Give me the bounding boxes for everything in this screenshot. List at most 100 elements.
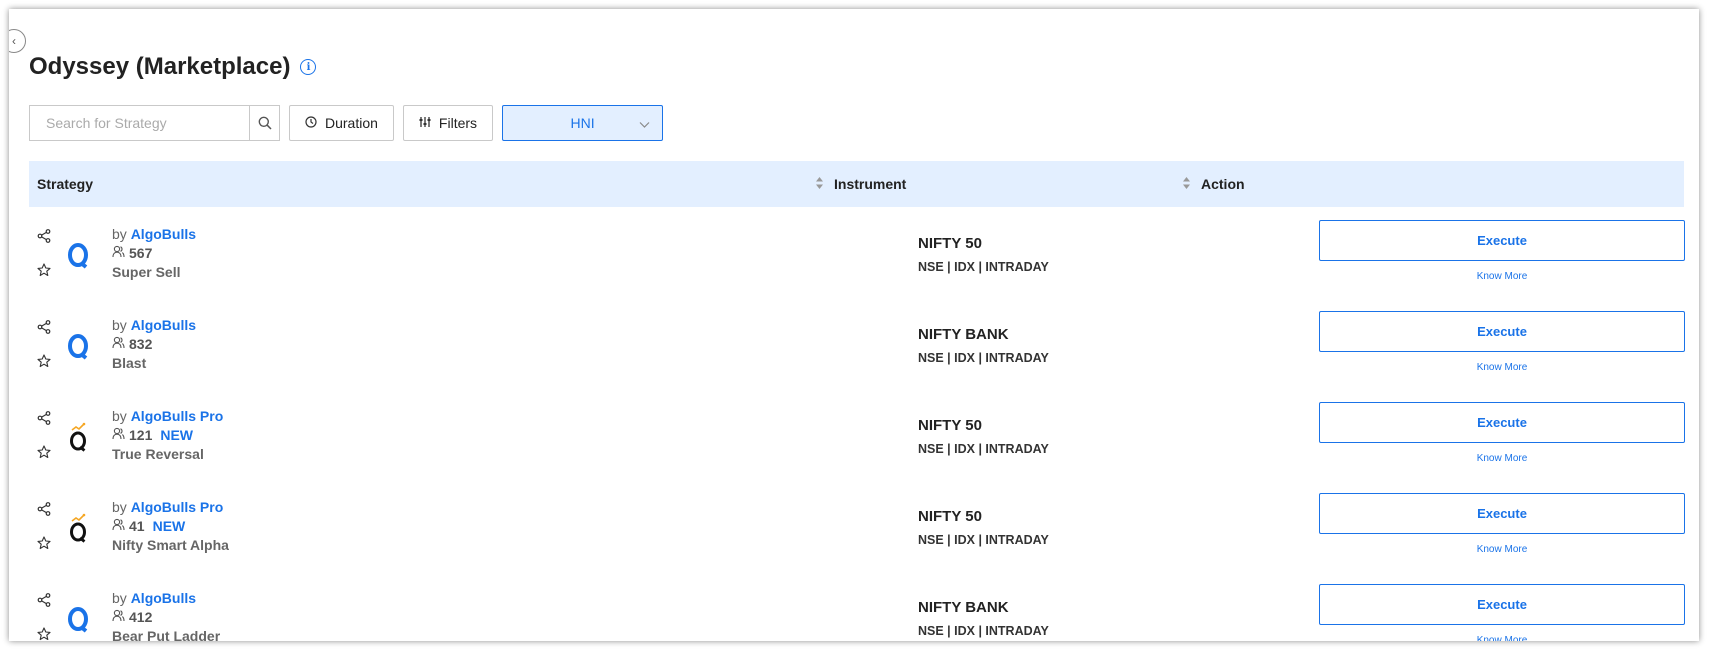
instrument-name: NIFTY BANK (918, 599, 1009, 616)
table-row: by AlgoBulls 567 Super Sell NIFTY 50 NSE… (29, 207, 1685, 298)
row-actions (37, 502, 51, 555)
instrument-meta: NSE | IDX | INTRADAY (918, 260, 1049, 274)
app-window: ‹ Odyssey (Marketplace) i Duration (9, 9, 1699, 641)
strategy-list: by AlgoBulls 567 Super Sell NIFTY 50 NSE… (29, 207, 1685, 641)
strategy-info: by AlgoBulls 567 Super Sell (112, 225, 196, 282)
users-icon (112, 608, 125, 627)
execute-button[interactable]: Execute (1319, 311, 1685, 352)
subscribers: 832 (112, 335, 196, 354)
share-icon[interactable] (37, 593, 51, 612)
by-label: by (112, 408, 127, 424)
row-actions (37, 320, 51, 373)
row-actions (37, 593, 51, 641)
instrument-cell: NIFTY 50 NSE | IDX | INTRADAY (918, 417, 1049, 456)
subscribers: 567 (112, 244, 196, 263)
instrument-meta: NSE | IDX | INTRADAY (918, 351, 1049, 365)
subscriber-count: 121 (129, 427, 153, 443)
subscriber-count: 832 (129, 336, 153, 352)
star-icon[interactable] (37, 263, 51, 282)
subscribers: 41 NEW (112, 517, 229, 536)
author-link[interactable]: AlgoBulls (131, 226, 196, 242)
strategy-name: Bear Put Ladder (112, 628, 221, 641)
table-header: Strategy Instrument Action (29, 161, 1684, 207)
duration-button[interactable]: Duration (289, 105, 394, 141)
by-label: by (112, 499, 127, 515)
instrument-name: NIFTY BANK (918, 326, 1009, 343)
subscriber-count: 412 (129, 609, 153, 625)
sort-instrument-icon[interactable] (1182, 176, 1191, 193)
users-icon (112, 517, 125, 536)
instrument-name: NIFTY 50 (918, 235, 982, 252)
sliders-icon (419, 115, 431, 131)
subscriber-count: 567 (129, 245, 153, 261)
algobulls-logo-icon (65, 603, 91, 635)
page-title: Odyssey (Marketplace) (29, 53, 291, 80)
share-icon[interactable] (37, 411, 51, 430)
instrument-meta: NSE | IDX | INTRADAY (918, 442, 1049, 456)
instrument-name: NIFTY 50 (918, 417, 982, 434)
subscriber-count: 41 (129, 518, 145, 534)
chevron-left-icon[interactable]: ‹ (9, 29, 26, 53)
instrument-cell: NIFTY BANK NSE | IDX | INTRADAY (918, 326, 1049, 365)
execute-button[interactable]: Execute (1319, 493, 1685, 534)
author-link[interactable]: AlgoBulls Pro (131, 408, 224, 424)
instrument-cell: NIFTY BANK NSE | IDX | INTRADAY (918, 599, 1049, 638)
filters-label: Filters (438, 115, 478, 131)
duration-label: Duration (325, 115, 378, 131)
algobulls-logo-icon (65, 239, 91, 271)
strategy-info: by AlgoBulls Pro 41 NEW Nifty Smart Alph… (112, 498, 229, 555)
strategy-name: Blast (112, 355, 147, 371)
star-icon[interactable] (37, 627, 51, 641)
by-label: by (112, 226, 127, 242)
chevron-down-icon (639, 117, 650, 133)
share-icon[interactable] (37, 502, 51, 521)
strategy-name: Super Sell (112, 264, 181, 280)
know-more-link[interactable]: Know More (1319, 544, 1685, 555)
column-header-action: Action (1201, 176, 1245, 192)
page-header: Odyssey (Marketplace) i (29, 53, 317, 81)
star-icon[interactable] (37, 445, 51, 464)
subscribers: 121 NEW (112, 426, 223, 445)
search-icon[interactable] (249, 105, 280, 141)
star-icon[interactable] (37, 354, 51, 373)
sort-strategy-icon[interactable] (815, 176, 824, 193)
column-header-instrument[interactable]: Instrument (834, 176, 906, 192)
instrument-name: NIFTY 50 (918, 508, 982, 525)
author-link[interactable]: AlgoBulls (131, 317, 196, 333)
author-link[interactable]: AlgoBulls Pro (131, 499, 224, 515)
execute-button[interactable]: Execute (1319, 584, 1685, 625)
toolbar: Duration Filters HNI (29, 105, 664, 141)
author-link[interactable]: AlgoBulls (131, 590, 196, 606)
row-actions (37, 411, 51, 464)
execute-button[interactable]: Execute (1319, 402, 1685, 443)
column-header-strategy[interactable]: Strategy (37, 176, 93, 192)
users-icon (112, 335, 125, 354)
algobulls-pro-logo-icon (65, 512, 91, 544)
segment-select[interactable]: HNI (502, 105, 664, 141)
star-icon[interactable] (37, 536, 51, 555)
by-label: by (112, 317, 127, 333)
know-more-link[interactable]: Know More (1319, 635, 1685, 641)
table-row: by AlgoBulls Pro 41 NEW Nifty Smart Alph… (29, 480, 1685, 571)
info-icon[interactable]: i (300, 59, 317, 75)
strategy-name: True Reversal (112, 446, 204, 462)
table-row: by AlgoBulls 832 Blast NIFTY BANK NSE | … (29, 298, 1685, 389)
row-actions (37, 229, 51, 282)
by-label: by (112, 590, 127, 606)
know-more-link[interactable]: Know More (1319, 362, 1685, 373)
search-input[interactable] (29, 105, 249, 141)
filters-button[interactable]: Filters (402, 105, 494, 141)
new-badge: NEW (152, 518, 186, 534)
new-badge: NEW (160, 427, 194, 443)
know-more-link[interactable]: Know More (1319, 453, 1685, 464)
strategy-info: by AlgoBulls 412 Bear Put Ladder (112, 589, 220, 641)
users-icon (112, 426, 125, 445)
algobulls-logo-icon (65, 330, 91, 362)
execute-button[interactable]: Execute (1319, 220, 1685, 261)
instrument-meta: NSE | IDX | INTRADAY (918, 533, 1049, 547)
share-icon[interactable] (37, 229, 51, 248)
share-icon[interactable] (37, 320, 51, 339)
clock-icon (305, 115, 317, 131)
know-more-link[interactable]: Know More (1319, 271, 1685, 282)
strategy-name: Nifty Smart Alpha (112, 537, 229, 553)
